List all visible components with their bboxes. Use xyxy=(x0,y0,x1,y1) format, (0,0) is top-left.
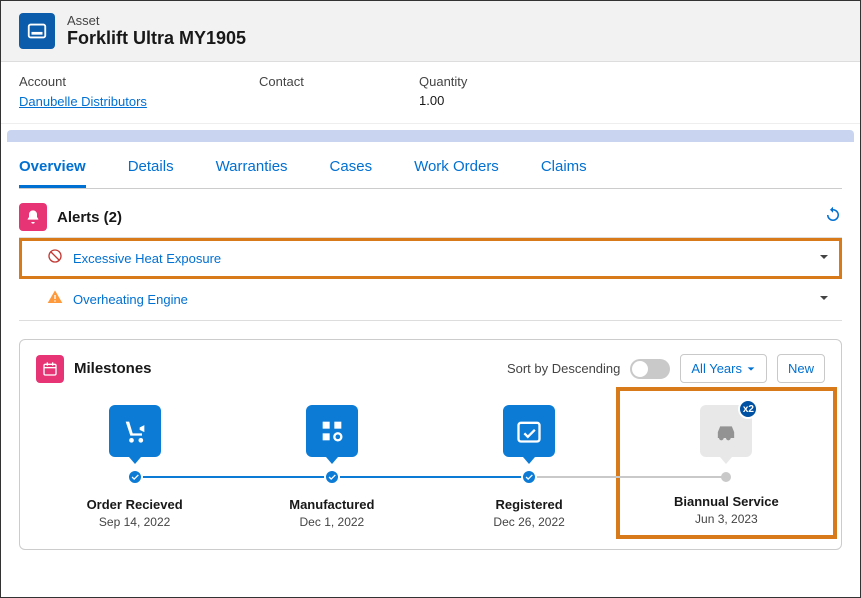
tab-bar: Overview Details Warranties Cases Work O… xyxy=(19,142,842,189)
alert-label: Overheating Engine xyxy=(73,292,808,307)
check-dot-icon xyxy=(521,469,537,485)
sort-label: Sort by Descending xyxy=(507,361,620,376)
calendar-icon xyxy=(36,355,64,383)
milestone-date: Sep 14, 2022 xyxy=(99,515,170,529)
chevron-down-icon xyxy=(746,364,756,374)
check-dot-icon xyxy=(324,469,340,485)
asset-title: Forklift Ultra MY1905 xyxy=(67,28,246,49)
grid-icon xyxy=(306,405,358,457)
check-dot-icon xyxy=(127,469,143,485)
alert-label: Excessive Heat Exposure xyxy=(73,251,808,266)
milestone-date: Dec 1, 2022 xyxy=(300,515,365,529)
chevron-down-icon xyxy=(818,291,830,309)
asset-icon xyxy=(19,13,55,49)
alert-row-heat[interactable]: Excessive Heat Exposure xyxy=(19,238,842,279)
quantity-value: 1.00 xyxy=(419,93,467,108)
year-filter-button[interactable]: All Years xyxy=(680,354,767,383)
alerts-title: Alerts (2) xyxy=(57,209,814,226)
milestone-date: Jun 3, 2023 xyxy=(695,512,758,526)
accent-bar xyxy=(7,130,854,142)
alert-row-engine[interactable]: Overheating Engine xyxy=(19,279,842,321)
detail-row: Account Danubelle Distributors Contact Q… xyxy=(1,62,860,124)
milestone-service[interactable]: x2 Biannual Service Jun 3, 2023 xyxy=(628,405,825,529)
tab-claims[interactable]: Claims xyxy=(541,148,587,188)
milestones-title: Milestones xyxy=(74,360,497,377)
milestone-label: Registered xyxy=(496,497,563,512)
check-calendar-icon xyxy=(503,405,555,457)
year-filter-label: All Years xyxy=(691,361,742,376)
asset-type-label: Asset xyxy=(67,13,246,28)
count-badge: x2 xyxy=(738,399,758,419)
milestone-label: Biannual Service xyxy=(674,494,779,509)
warning-icon xyxy=(47,289,63,310)
bell-icon xyxy=(19,203,47,231)
milestone-timeline: Order Recieved Sep 14, 2022 Manufactured… xyxy=(36,405,825,529)
pending-dot-icon xyxy=(721,472,731,482)
account-label: Account xyxy=(19,74,199,89)
quantity-label: Quantity xyxy=(419,74,467,89)
chevron-down-icon xyxy=(818,250,830,268)
tab-warranties[interactable]: Warranties xyxy=(216,148,288,188)
tab-details[interactable]: Details xyxy=(128,148,174,188)
milestones-card: Milestones Sort by Descending All Years … xyxy=(19,339,842,550)
alerts-section: Alerts (2) Excessive Heat Exposure Overh… xyxy=(19,203,842,321)
milestone-label: Manufactured xyxy=(289,497,374,512)
sort-toggle[interactable] xyxy=(630,359,670,379)
asset-header: Asset Forklift Ultra MY1905 xyxy=(1,1,860,62)
milestone-order[interactable]: Order Recieved Sep 14, 2022 xyxy=(36,405,233,529)
prohibit-icon xyxy=(47,248,63,269)
tab-overview[interactable]: Overview xyxy=(19,148,86,188)
milestone-date: Dec 26, 2022 xyxy=(493,515,564,529)
refresh-button[interactable] xyxy=(824,206,842,229)
milestone-label: Order Recieved xyxy=(87,497,183,512)
tab-cases[interactable]: Cases xyxy=(330,148,373,188)
milestone-registered[interactable]: Registered Dec 26, 2022 xyxy=(431,405,628,529)
car-icon: x2 xyxy=(700,405,752,457)
dolly-icon xyxy=(109,405,161,457)
tab-work-orders[interactable]: Work Orders xyxy=(414,148,499,188)
contact-label: Contact xyxy=(259,74,359,89)
new-button[interactable]: New xyxy=(777,354,825,383)
account-link[interactable]: Danubelle Distributors xyxy=(19,94,147,109)
milestone-manufactured[interactable]: Manufactured Dec 1, 2022 xyxy=(233,405,430,529)
